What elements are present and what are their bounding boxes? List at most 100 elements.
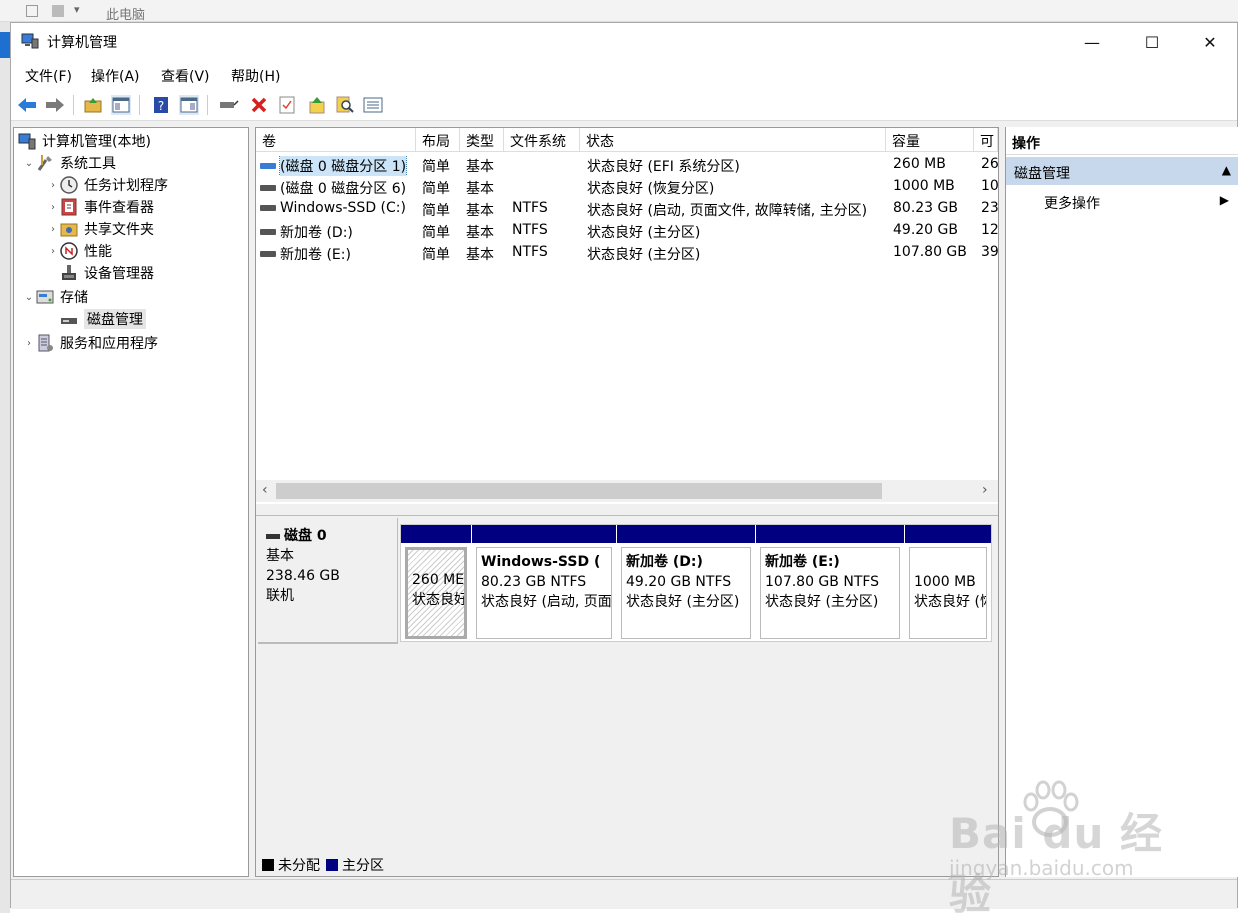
type-cell: 基本 [466, 225, 494, 241]
show-hide-console-tree-icon[interactable] [111, 95, 131, 115]
volume-list: 卷 布局 类型 文件系统 状态 容量 可 (磁盘 0 磁盘分区 1) 简单 基本… [256, 128, 998, 504]
volume-name: 新加卷 (E:) [280, 247, 351, 263]
connect-icon[interactable] [219, 95, 239, 115]
layout-cell: 简单 [422, 225, 450, 241]
tree-item-storage[interactable]: ⌄ 存储 [22, 286, 88, 308]
computer-management-icon [18, 133, 36, 150]
partition-name: 新加卷 (D:) [626, 554, 703, 570]
export-icon[interactable] [307, 95, 327, 115]
disk-info-block[interactable]: 磁盘 0 基本 238.46 GB 联机 [258, 518, 398, 644]
tree-item-services-applications[interactable]: › 服务和应用程序 [22, 332, 158, 354]
properties-icon[interactable] [179, 95, 199, 115]
column-header-type[interactable]: 类型 [460, 128, 504, 152]
partition-recovery[interactable]: 1000 MB 状态良好 (恢 [905, 525, 991, 643]
volume-row[interactable]: (磁盘 0 磁盘分区 1) 简单 基本 状态良好 (EFI 系统分区) 260 … [256, 154, 998, 176]
expand-icon[interactable]: › [46, 246, 60, 257]
tree-item-shared-folders[interactable]: › 共享文件夹 [46, 218, 154, 240]
delete-icon[interactable] [249, 95, 269, 115]
column-header-status[interactable]: 状态 [580, 128, 886, 152]
tree-item-performance[interactable]: › 性能 [46, 240, 112, 262]
column-header-free[interactable]: 可 [974, 128, 998, 152]
tree-label: 存储 [60, 290, 88, 306]
collapse-icon[interactable]: ⌄ [22, 292, 36, 303]
scrollbar-thumb[interactable] [276, 483, 882, 499]
disk-state: 联机 [266, 588, 294, 604]
menu-view[interactable]: 查看(V) [161, 66, 210, 86]
partition-size: 260 ME [412, 572, 465, 588]
tree-item-computer-management[interactable]: 计算机管理(本地) [18, 130, 151, 152]
filesystem-cell: NTFS [512, 200, 548, 216]
tree-item-task-scheduler[interactable]: › 任务计划程序 [46, 174, 168, 196]
partition-e[interactable]: 新加卷 (E:) 107.80 GB NTFS 状态良好 (主分区) [756, 525, 904, 643]
partition-body: 1000 MB 状态良好 (恢 [909, 547, 987, 639]
partition-status: 状态良好 (启动, 页面 [481, 594, 612, 610]
help-icon[interactable]: ? [151, 95, 171, 115]
toolbar: ? [11, 89, 1237, 121]
partition-bar [905, 525, 991, 543]
expand-icon[interactable]: › [22, 338, 36, 349]
performance-icon [60, 242, 78, 260]
layout-cell: 简单 [422, 181, 450, 197]
minimize-button[interactable]: — [1063, 23, 1121, 61]
submenu-arrow-icon[interactable]: ▶ [1220, 193, 1229, 207]
clock-icon [60, 176, 78, 194]
event-viewer-icon [61, 198, 77, 216]
column-header-layout[interactable]: 布局 [416, 128, 460, 152]
collapse-icon[interactable]: ⌄ [22, 158, 36, 169]
partition-bar [756, 525, 904, 543]
up-folder-icon[interactable] [83, 95, 103, 115]
volume-row[interactable]: (磁盘 0 磁盘分区 6) 简单 基本 状态良好 (恢复分区) 1000 MB … [256, 176, 998, 198]
tree-item-disk-management[interactable]: 磁盘管理 [60, 308, 146, 330]
search-icon[interactable] [335, 95, 355, 115]
column-header-capacity[interactable]: 容量 [886, 128, 974, 152]
column-header-filesystem[interactable]: 文件系统 [504, 128, 580, 152]
check-icon[interactable] [277, 95, 297, 115]
volume-name: (磁盘 0 磁盘分区 1) [278, 156, 408, 176]
computer-management-window: 计算机管理 — ☐ ✕ 文件(F) 操作(A) 查看(V) 帮助(H) ? 计算… [10, 22, 1238, 909]
maximize-button[interactable]: ☐ [1123, 23, 1181, 61]
column-header-volume[interactable]: 卷 [256, 128, 416, 152]
menu-file[interactable]: 文件(F) [25, 66, 72, 86]
menu-action[interactable]: 操作(A) [91, 66, 140, 86]
partition-d[interactable]: 新加卷 (D:) 49.20 GB NTFS 状态良好 (主分区) [617, 525, 755, 643]
pane-splitter[interactable] [256, 504, 998, 516]
horizontal-scrollbar[interactable]: ‹ › [256, 480, 998, 502]
tree-item-event-viewer[interactable]: › 事件查看器 [46, 196, 154, 218]
partition-status: 状态良好 [412, 592, 467, 608]
partition-size: 80.23 GB NTFS [481, 574, 587, 590]
partition-efi[interactable]: 260 ME 状态良好 [401, 525, 471, 643]
tree-item-device-manager[interactable]: 设备管理器 [60, 262, 154, 284]
device-manager-icon [62, 265, 76, 280]
toolbar-separator [73, 95, 74, 115]
tree-label: 性能 [84, 244, 112, 260]
expand-icon[interactable]: › [46, 180, 60, 191]
volume-row[interactable]: 新加卷 (D:) 简单 基本 NTFS 状态良好 (主分区) 49.20 GB … [256, 220, 998, 242]
partition-bar [472, 525, 616, 543]
legend-swatch-primary [326, 859, 338, 871]
back-icon[interactable] [17, 95, 37, 115]
forward-icon[interactable] [45, 95, 65, 115]
volume-row[interactable]: Windows-SSD (C:) 简单 基本 NTFS 状态良好 (启动, 页面… [256, 198, 998, 220]
expand-icon[interactable]: › [46, 202, 60, 213]
close-button[interactable]: ✕ [1181, 23, 1238, 61]
menu-bar: 文件(F) 操作(A) 查看(V) 帮助(H) [11, 61, 1237, 89]
tree-item-system-tools[interactable]: ⌄ 系统工具 [22, 152, 116, 174]
more-actions-item[interactable]: 更多操作 [1044, 193, 1100, 213]
title-bar: 计算机管理 — ☐ ✕ [11, 23, 1237, 61]
scroll-left-icon[interactable]: ‹ [262, 482, 268, 498]
volume-row[interactable]: 新加卷 (E:) 简单 基本 NTFS 状态良好 (主分区) 107.80 GB… [256, 242, 998, 264]
free-cell: 39 [981, 244, 998, 260]
collapse-up-icon[interactable]: ▲ [1222, 163, 1231, 177]
status-cell: 状态良好 (EFI 系统分区) [587, 159, 740, 175]
actions-section-disk-management[interactable]: 磁盘管理 ▲ [1006, 157, 1238, 185]
capacity-cell: 49.20 GB [893, 222, 958, 238]
computer-management-icon [21, 33, 39, 49]
list-icon[interactable] [363, 95, 383, 115]
menu-help[interactable]: 帮助(H) [231, 66, 280, 86]
scroll-right-icon[interactable]: › [982, 482, 988, 498]
tree-label: 服务和应用程序 [60, 336, 158, 352]
disk-icon [266, 533, 280, 539]
partition-c[interactable]: Windows-SSD ( 80.23 GB NTFS 状态良好 (启动, 页面 [472, 525, 616, 643]
partition-name: Windows-SSD ( [481, 554, 601, 570]
expand-icon[interactable]: › [46, 224, 60, 235]
